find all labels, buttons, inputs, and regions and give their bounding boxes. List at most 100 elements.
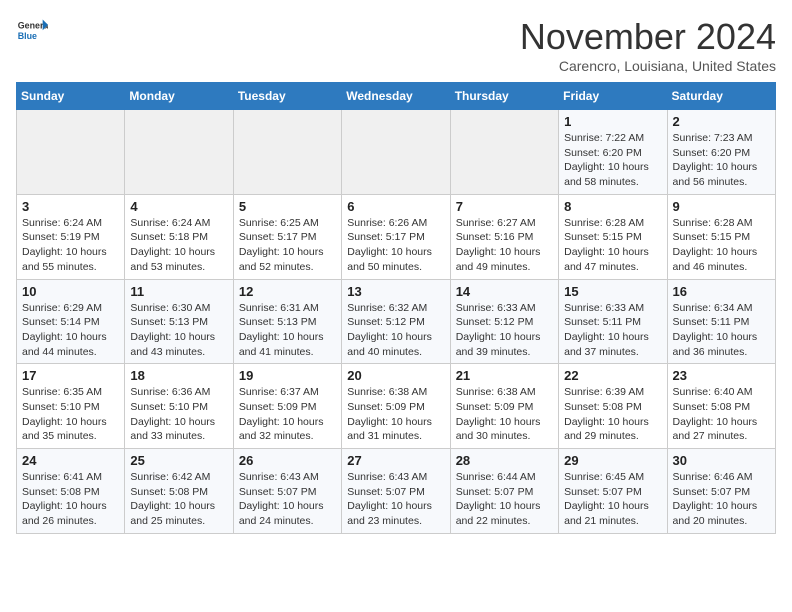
day-cell: 2Sunrise: 7:23 AM Sunset: 6:20 PM Daylig… <box>667 110 775 195</box>
day-number: 6 <box>347 199 444 214</box>
day-info: Sunrise: 6:33 AM Sunset: 5:11 PM Dayligh… <box>564 301 661 360</box>
day-info: Sunrise: 6:24 AM Sunset: 5:19 PM Dayligh… <box>22 216 119 275</box>
day-info: Sunrise: 6:25 AM Sunset: 5:17 PM Dayligh… <box>239 216 336 275</box>
day-number: 21 <box>456 368 553 383</box>
day-cell: 30Sunrise: 6:46 AM Sunset: 5:07 PM Dayli… <box>667 449 775 534</box>
day-number: 7 <box>456 199 553 214</box>
day-cell: 28 Sunrise: 6:44 AM Sunset: 5:07 PM Dayli… <box>450 449 558 534</box>
day-info: Sunrise: 6:36 AM Sunset: 5:10 PM Dayligh… <box>130 385 227 444</box>
week-row-1: 1 Sunrise: 7:22 AM Sunset: 6:20 PM Daylig… <box>17 110 776 195</box>
day-info: Sunrise: 7:22 AM Sunset: 6:20 PM Dayligh… <box>564 131 661 190</box>
day-cell: 16Sunrise: 6:34 AM Sunset: 5:11 PM Dayli… <box>667 279 775 364</box>
day-info: Sunrise: 6:35 AM Sunset: 5:10 PM Dayligh… <box>22 385 119 444</box>
logo: General Blue <box>16 16 48 48</box>
day-number: 18 <box>130 368 227 383</box>
day-number: 19 <box>239 368 336 383</box>
day-cell: 24 Sunrise: 6:41 AM Sunset: 5:08 PM Dayli… <box>17 449 125 534</box>
weekday-header-sunday: Sunday <box>17 83 125 110</box>
location-subtitle: Carencro, Louisiana, United States <box>520 58 776 74</box>
day-cell: 12 Sunrise: 6:31 AM Sunset: 5:13 PM Dayli… <box>233 279 341 364</box>
day-cell: 23 Sunrise: 6:40 AM Sunset: 5:08 PM Dayli… <box>667 364 775 449</box>
day-info: Sunrise: 6:40 AM Sunset: 5:08 PM Dayligh… <box>673 385 770 444</box>
weekday-header-thursday: Thursday <box>450 83 558 110</box>
day-cell: 26 Sunrise: 6:43 AM Sunset: 5:07 PM Dayli… <box>233 449 341 534</box>
day-info: Sunrise: 6:28 AM Sunset: 5:15 PM Dayligh… <box>673 216 770 275</box>
day-number: 25 <box>130 453 227 468</box>
month-title: November 2024 <box>520 16 776 58</box>
day-cell <box>233 110 341 195</box>
day-number: 23 <box>673 368 770 383</box>
day-cell <box>450 110 558 195</box>
day-info: Sunrise: 6:41 AM Sunset: 5:08 PM Dayligh… <box>22 470 119 529</box>
calendar-body: 1 Sunrise: 7:22 AM Sunset: 6:20 PM Daylig… <box>17 110 776 534</box>
day-number: 20 <box>347 368 444 383</box>
calendar-header: SundayMondayTuesdayWednesdayThursdayFrid… <box>17 83 776 110</box>
day-cell: 11 Sunrise: 6:30 AM Sunset: 5:13 PM Dayli… <box>125 279 233 364</box>
day-cell: 21 Sunrise: 6:38 AM Sunset: 5:09 PM Dayli… <box>450 364 558 449</box>
day-number: 13 <box>347 284 444 299</box>
day-info: Sunrise: 6:32 AM Sunset: 5:12 PM Dayligh… <box>347 301 444 360</box>
day-number: 1 <box>564 114 661 129</box>
day-info: Sunrise: 6:38 AM Sunset: 5:09 PM Dayligh… <box>347 385 444 444</box>
day-number: 22 <box>564 368 661 383</box>
day-info: Sunrise: 6:39 AM Sunset: 5:08 PM Dayligh… <box>564 385 661 444</box>
weekday-row: SundayMondayTuesdayWednesdayThursdayFrid… <box>17 83 776 110</box>
day-number: 11 <box>130 284 227 299</box>
day-number: 28 <box>456 453 553 468</box>
day-cell: 22 Sunrise: 6:39 AM Sunset: 5:08 PM Dayli… <box>559 364 667 449</box>
day-number: 9 <box>673 199 770 214</box>
day-info: Sunrise: 6:34 AM Sunset: 5:11 PM Dayligh… <box>673 301 770 360</box>
day-info: Sunrise: 6:45 AM Sunset: 5:07 PM Dayligh… <box>564 470 661 529</box>
day-info: Sunrise: 6:29 AM Sunset: 5:14 PM Dayligh… <box>22 301 119 360</box>
day-info: Sunrise: 6:37 AM Sunset: 5:09 PM Dayligh… <box>239 385 336 444</box>
day-cell <box>17 110 125 195</box>
day-cell: 13 Sunrise: 6:32 AM Sunset: 5:12 PM Dayli… <box>342 279 450 364</box>
day-number: 10 <box>22 284 119 299</box>
day-info: Sunrise: 6:43 AM Sunset: 5:07 PM Dayligh… <box>347 470 444 529</box>
day-cell: 19 Sunrise: 6:37 AM Sunset: 5:09 PM Dayli… <box>233 364 341 449</box>
day-cell: 10 Sunrise: 6:29 AM Sunset: 5:14 PM Dayli… <box>17 279 125 364</box>
day-number: 29 <box>564 453 661 468</box>
title-block: November 2024 Carencro, Louisiana, Unite… <box>520 16 776 74</box>
day-info: Sunrise: 6:30 AM Sunset: 5:13 PM Dayligh… <box>130 301 227 360</box>
weekday-header-friday: Friday <box>559 83 667 110</box>
day-number: 12 <box>239 284 336 299</box>
day-cell: 27 Sunrise: 6:43 AM Sunset: 5:07 PM Dayli… <box>342 449 450 534</box>
day-cell: 7 Sunrise: 6:27 AM Sunset: 5:16 PM Daylig… <box>450 194 558 279</box>
day-info: Sunrise: 6:24 AM Sunset: 5:18 PM Dayligh… <box>130 216 227 275</box>
day-number: 15 <box>564 284 661 299</box>
page-header: General Blue November 2024 Carencro, Lou… <box>16 16 776 74</box>
day-info: Sunrise: 6:44 AM Sunset: 5:07 PM Dayligh… <box>456 470 553 529</box>
day-info: Sunrise: 6:28 AM Sunset: 5:15 PM Dayligh… <box>564 216 661 275</box>
day-number: 4 <box>130 199 227 214</box>
day-info: Sunrise: 6:31 AM Sunset: 5:13 PM Dayligh… <box>239 301 336 360</box>
logo-icon: General Blue <box>16 16 48 48</box>
day-cell: 8Sunrise: 6:28 AM Sunset: 5:15 PM Daylig… <box>559 194 667 279</box>
day-cell <box>342 110 450 195</box>
day-number: 27 <box>347 453 444 468</box>
day-number: 17 <box>22 368 119 383</box>
day-number: 14 <box>456 284 553 299</box>
day-info: Sunrise: 6:38 AM Sunset: 5:09 PM Dayligh… <box>456 385 553 444</box>
day-cell: 9 Sunrise: 6:28 AM Sunset: 5:15 PM Daylig… <box>667 194 775 279</box>
day-cell: 18 Sunrise: 6:36 AM Sunset: 5:10 PM Dayli… <box>125 364 233 449</box>
weekday-header-wednesday: Wednesday <box>342 83 450 110</box>
day-info: Sunrise: 6:43 AM Sunset: 5:07 PM Dayligh… <box>239 470 336 529</box>
day-info: Sunrise: 7:23 AM Sunset: 6:20 PM Dayligh… <box>673 131 770 190</box>
day-cell: 5Sunrise: 6:25 AM Sunset: 5:17 PM Daylig… <box>233 194 341 279</box>
day-number: 24 <box>22 453 119 468</box>
svg-text:Blue: Blue <box>18 31 37 41</box>
week-row-2: 3 Sunrise: 6:24 AM Sunset: 5:19 PM Daylig… <box>17 194 776 279</box>
day-cell: 25Sunrise: 6:42 AM Sunset: 5:08 PM Dayli… <box>125 449 233 534</box>
day-cell: 29 Sunrise: 6:45 AM Sunset: 5:07 PM Dayli… <box>559 449 667 534</box>
week-row-3: 10 Sunrise: 6:29 AM Sunset: 5:14 PM Dayli… <box>17 279 776 364</box>
day-cell: 3 Sunrise: 6:24 AM Sunset: 5:19 PM Daylig… <box>17 194 125 279</box>
day-number: 26 <box>239 453 336 468</box>
day-cell: 14Sunrise: 6:33 AM Sunset: 5:12 PM Dayli… <box>450 279 558 364</box>
day-cell: 4 Sunrise: 6:24 AM Sunset: 5:18 PM Daylig… <box>125 194 233 279</box>
day-number: 3 <box>22 199 119 214</box>
day-info: Sunrise: 6:46 AM Sunset: 5:07 PM Dayligh… <box>673 470 770 529</box>
day-info: Sunrise: 6:27 AM Sunset: 5:16 PM Dayligh… <box>456 216 553 275</box>
day-cell: 6Sunrise: 6:26 AM Sunset: 5:17 PM Daylig… <box>342 194 450 279</box>
day-cell <box>125 110 233 195</box>
